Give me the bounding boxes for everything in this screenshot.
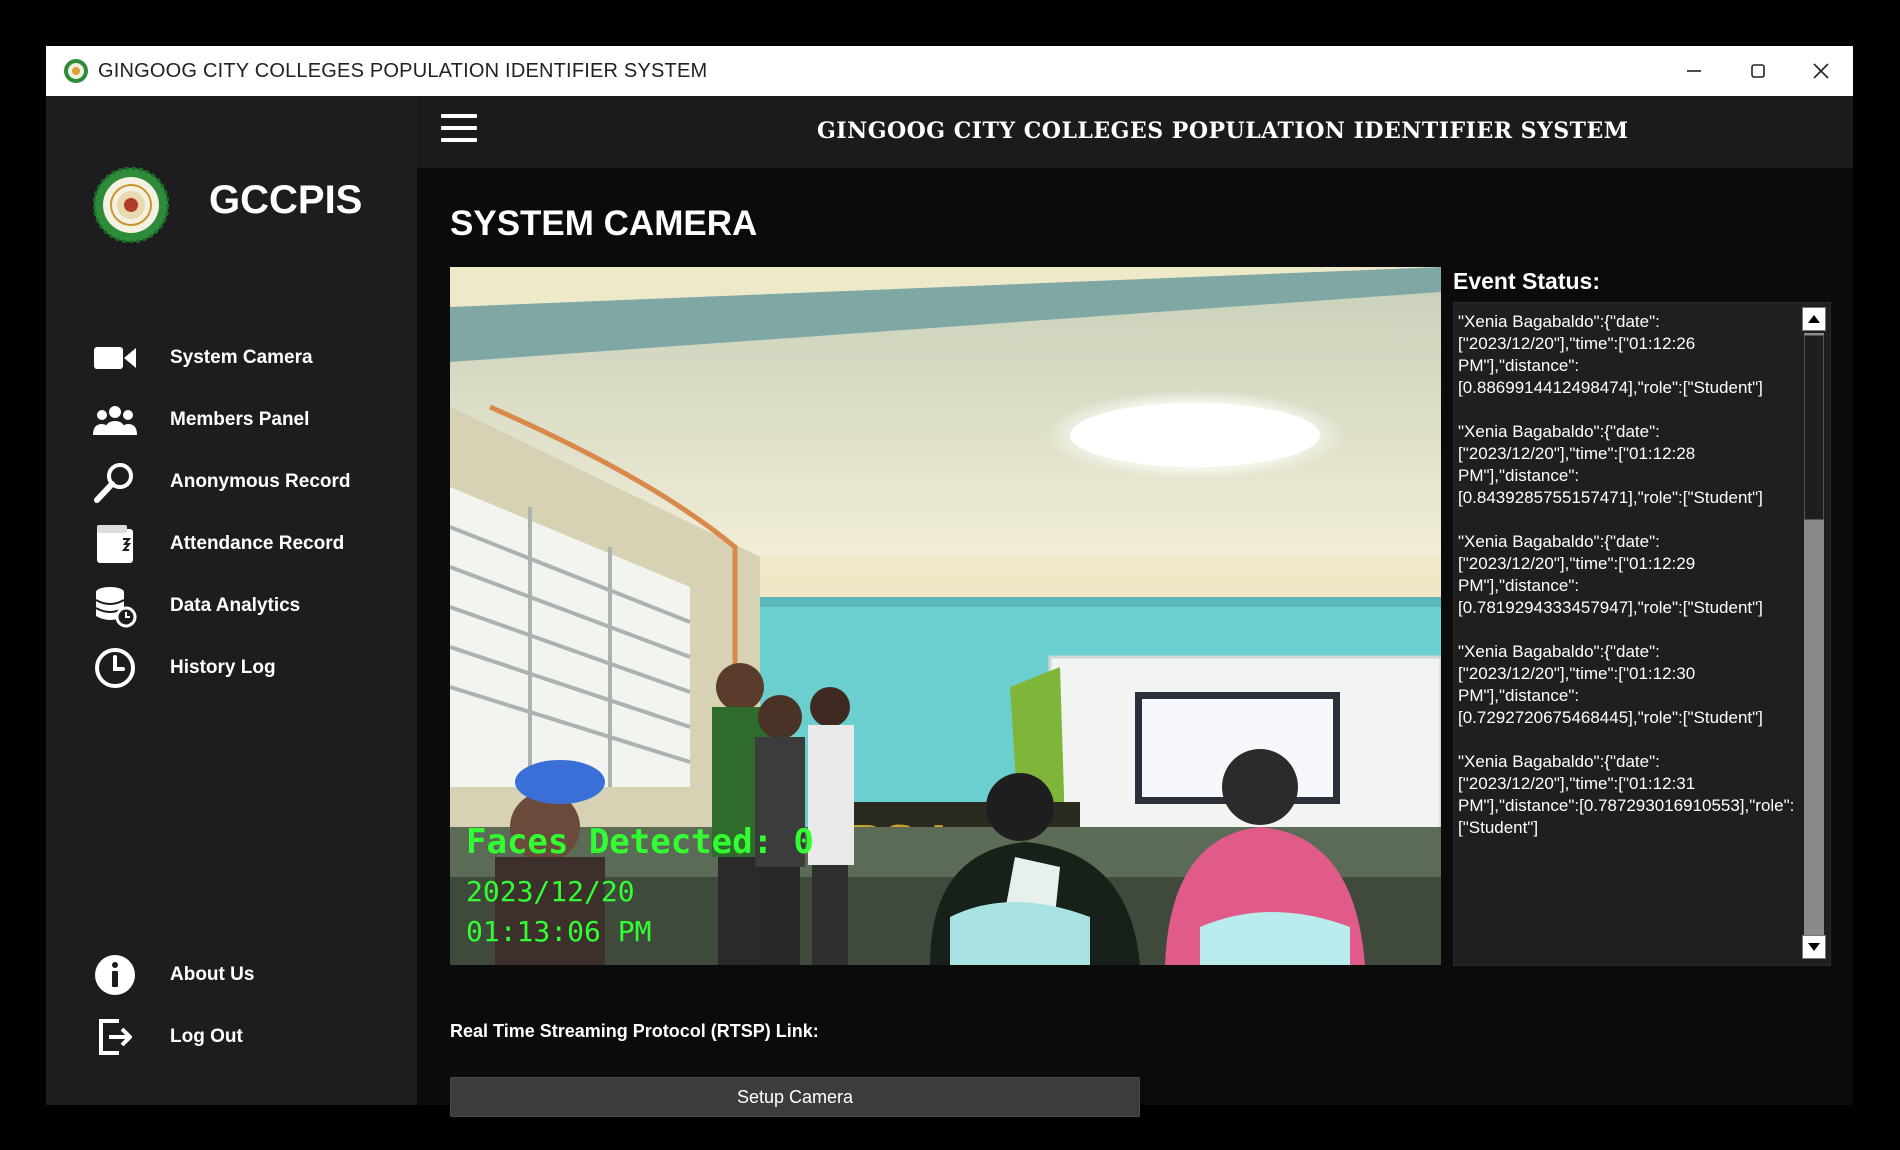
camera-feed: BS I bbox=[450, 267, 1441, 965]
faces-detected-overlay: Faces Detected: 0 bbox=[466, 822, 814, 862]
event-entry: "Xenia Bagabaldo":{"date":["2023/12/20"]… bbox=[1458, 532, 1763, 617]
database-analytics-icon bbox=[92, 583, 138, 629]
rtsp-link-label: Real Time Streaming Protocol (RTSP) Link… bbox=[450, 1021, 819, 1041]
sidebar-item-members-panel[interactable]: Members Panel bbox=[92, 394, 402, 446]
time-overlay: 01:13:06 PM bbox=[466, 915, 652, 948]
arrow-down-icon bbox=[1808, 943, 1820, 951]
hamburger-icon bbox=[441, 114, 477, 118]
top-bar: GINGOOG CITY COLLEGES POPULATION IDENTIF… bbox=[417, 96, 1853, 168]
app-logo-icon bbox=[64, 59, 88, 83]
event-entry: "Xenia Bagabaldo":{"date":["2023/12/20"]… bbox=[1458, 312, 1763, 397]
sidebar-item-anonymous-record[interactable]: Anonymous Record bbox=[92, 456, 402, 508]
info-icon bbox=[92, 952, 138, 998]
event-entry: "Xenia Bagabaldo":{"date":["2023/12/20"]… bbox=[1458, 422, 1763, 507]
sidebar-item-attendance-record[interactable]: Attendance Record bbox=[92, 518, 402, 570]
sidebar-item-label: History Log bbox=[170, 657, 276, 678]
sidebar-item-label: Log Out bbox=[170, 1026, 243, 1047]
sidebar-item-label: Members Panel bbox=[170, 409, 310, 430]
users-group-icon bbox=[92, 397, 138, 443]
header-title: GINGOOG CITY COLLEGES POPULATION IDENTIF… bbox=[817, 118, 1629, 144]
event-status-label: Event Status: bbox=[1453, 268, 1600, 294]
scrollbar-thumb[interactable] bbox=[1804, 335, 1824, 520]
maximize-icon bbox=[1751, 64, 1765, 78]
page-title: SYSTEM CAMERA bbox=[450, 204, 758, 243]
brand-name: GCCPIS bbox=[209, 178, 363, 222]
event-log-scrollbar[interactable] bbox=[1800, 305, 1828, 961]
sidebar-item-about-us[interactable]: About Us bbox=[92, 949, 402, 1001]
scroll-up-button[interactable] bbox=[1802, 307, 1826, 331]
attendance-book-icon bbox=[92, 521, 138, 567]
event-list: "Xenia Bagabaldo":{"date":["2023/12/20"]… bbox=[1458, 311, 1798, 861]
event-entry: "Xenia Bagabaldo":{"date":["2023/12/20"]… bbox=[1458, 752, 1795, 837]
clock-icon bbox=[92, 645, 138, 691]
event-entry: "Xenia Bagabaldo":{"date":["2023/12/20"]… bbox=[1458, 642, 1763, 727]
sidebar-item-label: Anonymous Record bbox=[170, 471, 351, 492]
close-button[interactable] bbox=[1789, 52, 1853, 90]
setup-camera-button[interactable]: Setup Camera bbox=[450, 1077, 1140, 1117]
video-camera-icon bbox=[92, 335, 138, 381]
minimize-button[interactable] bbox=[1662, 52, 1726, 90]
main-content: SYSTEM CAMERA Faces Detected: 0 2023/12/… bbox=[417, 168, 1853, 1117]
sidebar-item-label: About Us bbox=[170, 964, 255, 985]
sidebar-item-system-camera[interactable]: System Camera bbox=[92, 332, 402, 384]
event-status-log[interactable]: "Xenia Bagabaldo":{"date":["2023/12/20"]… bbox=[1453, 302, 1831, 966]
arrow-up-icon bbox=[1808, 315, 1820, 323]
sidebar-item-label: System Camera bbox=[170, 347, 313, 368]
sidebar-item-label: Attendance Record bbox=[170, 533, 345, 554]
sidebar-item-data-analytics[interactable]: Data Analytics bbox=[92, 580, 402, 632]
app-window: GINGOOG CITY COLLEGES POPULATION IDENTIF… bbox=[46, 46, 1853, 1117]
maximize-button[interactable] bbox=[1726, 52, 1790, 90]
sidebar-item-history-log[interactable]: History Log bbox=[92, 642, 402, 694]
sidebar: GCCPIS System Camera Members Panel Anony… bbox=[46, 96, 417, 1105]
menu-toggle-button[interactable] bbox=[441, 114, 477, 146]
logout-icon bbox=[92, 1014, 138, 1060]
scroll-down-button[interactable] bbox=[1802, 935, 1826, 959]
close-icon bbox=[1813, 63, 1829, 79]
magnifier-icon bbox=[92, 459, 138, 505]
minimize-icon bbox=[1687, 70, 1701, 72]
date-overlay: 2023/12/20 bbox=[466, 875, 635, 908]
window-title: GINGOOG CITY COLLEGES POPULATION IDENTIF… bbox=[98, 60, 708, 82]
title-bar: GINGOOG CITY COLLEGES POPULATION IDENTIF… bbox=[46, 46, 1853, 96]
sidebar-item-label: Data Analytics bbox=[170, 595, 301, 616]
college-seal-logo bbox=[93, 167, 169, 243]
sidebar-item-log-out[interactable]: Log Out bbox=[92, 1011, 402, 1063]
